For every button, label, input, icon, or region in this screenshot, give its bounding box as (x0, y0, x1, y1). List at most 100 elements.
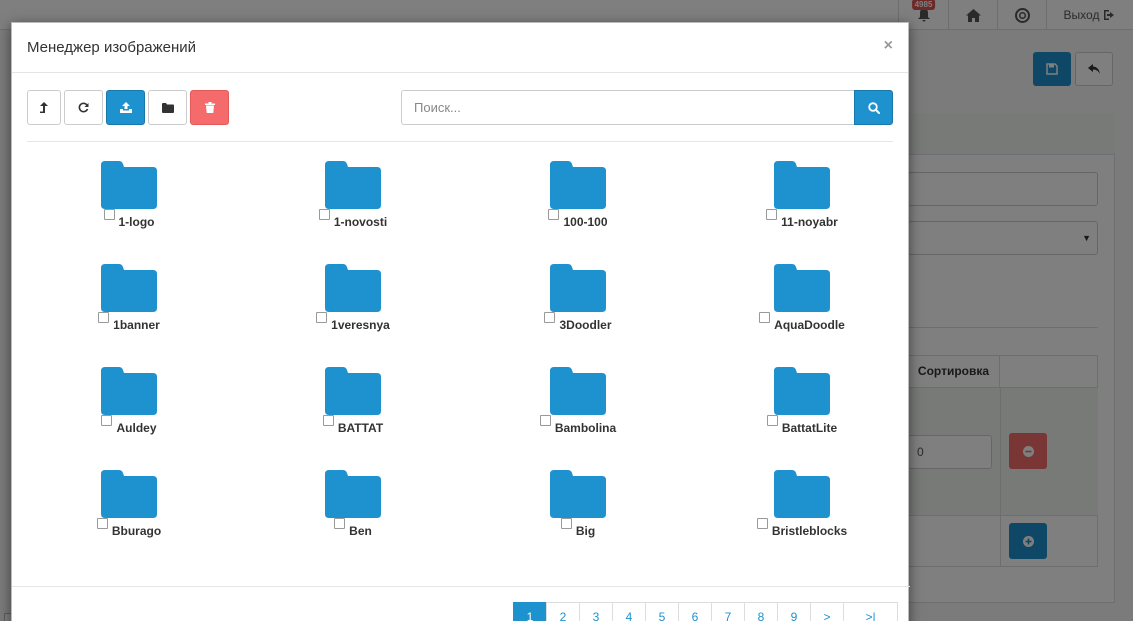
folder-icon[interactable] (101, 161, 157, 209)
folder-item[interactable]: Ben (243, 470, 463, 570)
folder-icon[interactable] (101, 470, 157, 518)
folder-checkbox[interactable] (759, 312, 771, 323)
folder-label[interactable]: Bristleblocks (756, 518, 848, 538)
folder-item[interactable]: 1veresnya (243, 264, 463, 364)
folder-name: Bristleblocks (771, 524, 848, 538)
folder-item[interactable]: BATTAT (243, 367, 463, 467)
folder-item[interactable]: Auldey (19, 367, 239, 467)
modal-title: Менеджер изображений (27, 39, 197, 56)
folder-item[interactable]: AquaDoodle (692, 264, 912, 364)
folder-icon[interactable] (550, 470, 606, 518)
page-link[interactable]: 3 (579, 602, 613, 621)
folder-checkbox[interactable] (548, 209, 560, 220)
modal-header: Менеджер изображений × (12, 23, 908, 73)
folder-checkbox[interactable] (101, 415, 113, 426)
folder-icon[interactable] (101, 264, 157, 312)
toolbar-divider (27, 141, 893, 142)
page-link[interactable]: 2 (546, 602, 580, 621)
folder-icon[interactable] (774, 367, 830, 415)
folder-checkbox[interactable] (766, 415, 778, 426)
upload-icon (119, 102, 132, 113)
page-link[interactable]: > (810, 602, 844, 621)
folder-item[interactable]: Bburago (19, 470, 239, 570)
folder-name: 1-logo (118, 215, 155, 229)
folder-icon[interactable] (550, 161, 606, 209)
folder-label[interactable]: Bburago (96, 518, 162, 538)
folder-checkbox[interactable] (766, 209, 778, 220)
folder-icon[interactable] (325, 470, 381, 518)
folder-label[interactable]: BattatLite (766, 415, 837, 435)
folder-name: 100-100 (563, 215, 608, 229)
new-folder-button[interactable] (148, 90, 187, 125)
folder-item[interactable]: 1-logo (19, 161, 239, 261)
folder-item[interactable]: BattatLite (692, 367, 912, 467)
refresh-icon (78, 102, 89, 113)
folder-icon[interactable] (550, 367, 606, 415)
folder-icon[interactable] (774, 264, 830, 312)
page-link[interactable]: 1 (513, 602, 547, 621)
folder-name: Auldey (116, 421, 157, 435)
folder-name: 1veresnya (331, 318, 390, 332)
upload-button[interactable] (106, 90, 145, 125)
page-link[interactable]: 7 (711, 602, 745, 621)
folder-label[interactable]: 1-logo (103, 209, 155, 229)
folder-item[interactable]: Bristleblocks (692, 470, 912, 570)
page-link[interactable]: 9 (777, 602, 811, 621)
folder-icon[interactable] (325, 161, 381, 209)
folder-checkbox[interactable] (334, 518, 346, 529)
folder-checkbox[interactable] (539, 415, 551, 426)
folder-icon[interactable] (774, 161, 830, 209)
page-link[interactable]: 4 (612, 602, 646, 621)
folder-checkbox[interactable] (103, 209, 115, 220)
folder-name: Ben (349, 524, 372, 538)
search-button[interactable] (854, 90, 893, 125)
folder-name: Bburago (111, 524, 162, 538)
folder-label[interactable]: 1-novosti (318, 209, 387, 229)
search-input[interactable] (401, 90, 854, 125)
folder-item[interactable]: 11-noyabr (692, 161, 912, 261)
folder-label[interactable]: AquaDoodle (759, 312, 845, 332)
folder-item[interactable]: 3Doodler (468, 264, 688, 364)
folder-checkbox[interactable] (544, 312, 556, 323)
close-button[interactable]: × (884, 37, 893, 55)
folder-checkbox[interactable] (98, 312, 110, 323)
page-link[interactable]: 6 (678, 602, 712, 621)
folder-label[interactable]: Ben (334, 518, 372, 538)
folder-checkbox[interactable] (322, 415, 334, 426)
folder-checkbox[interactable] (318, 209, 330, 220)
page-link[interactable]: 8 (744, 602, 778, 621)
folder-icon[interactable] (774, 470, 830, 518)
folder-checkbox[interactable] (756, 518, 768, 529)
folder-icon[interactable] (101, 367, 157, 415)
page-link[interactable]: 5 (645, 602, 679, 621)
folder-item[interactable]: Big (468, 470, 688, 570)
folder-checkbox[interactable] (316, 312, 328, 323)
folder-label[interactable]: 11-noyabr (766, 209, 838, 229)
folder-label[interactable]: Auldey (101, 415, 157, 435)
folder-icon[interactable] (325, 264, 381, 312)
parent-folder-button[interactable] (27, 90, 61, 125)
search-group (401, 90, 893, 125)
folder-label[interactable]: 3Doodler (544, 312, 612, 332)
folder-label[interactable]: BATTAT (322, 415, 383, 435)
refresh-button[interactable] (64, 90, 103, 125)
folder-checkbox[interactable] (96, 518, 108, 529)
folder-name: 3Doodler (559, 318, 612, 332)
folder-label[interactable]: Bambolina (539, 415, 616, 435)
page-link[interactable]: >| (843, 602, 898, 621)
delete-button[interactable] (190, 90, 229, 125)
folder-icon[interactable] (325, 367, 381, 415)
folder-item[interactable]: 1banner (19, 264, 239, 364)
image-manager-toolbar (27, 90, 229, 125)
folder-icon[interactable] (550, 264, 606, 312)
trash-icon (204, 102, 215, 113)
folder-item[interactable]: 1-novosti (243, 161, 463, 261)
folder-name: Big (575, 524, 596, 538)
folder-item[interactable]: 100-100 (468, 161, 688, 261)
folder-label[interactable]: 100-100 (548, 209, 608, 229)
folder-checkbox[interactable] (560, 518, 572, 529)
folder-label[interactable]: 1veresnya (316, 312, 390, 332)
folder-label[interactable]: Big (560, 518, 596, 538)
folder-label[interactable]: 1banner (98, 312, 160, 332)
folder-item[interactable]: Bambolina (468, 367, 688, 467)
